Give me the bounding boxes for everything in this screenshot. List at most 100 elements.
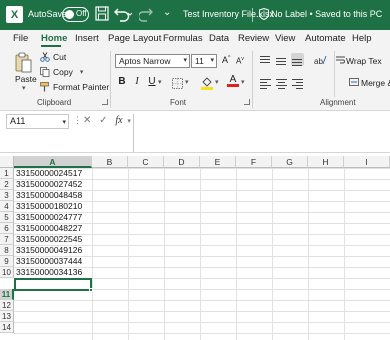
column-header[interactable]: H xyxy=(308,156,344,168)
column-header[interactable]: C xyxy=(128,156,164,168)
autosave-toggle[interactable]: Off xyxy=(62,7,89,22)
row-header[interactable]: 9 xyxy=(0,256,14,267)
wrap-text-icon[interactable] xyxy=(336,55,346,65)
cell-a6[interactable]: 33150000048227 xyxy=(16,223,82,234)
row-header[interactable]: 11 xyxy=(0,289,14,300)
cell-a5[interactable]: 33150000024777 xyxy=(16,212,82,223)
cell-a3[interactable]: 33150000048458 xyxy=(16,190,82,201)
row-header[interactable]: 5 xyxy=(0,212,14,223)
row-header[interactable]: 8 xyxy=(0,245,14,256)
tab-data[interactable]: Data xyxy=(209,33,229,44)
tab-help[interactable]: Help xyxy=(352,33,372,44)
font-color-dropdown-icon[interactable]: ▾ xyxy=(241,78,245,86)
enter-icon[interactable]: ✓ xyxy=(99,115,107,126)
row-header[interactable]: 2 xyxy=(0,179,14,190)
borders-dropdown-icon[interactable]: ▾ xyxy=(185,78,189,86)
align-bottom-icon[interactable] xyxy=(291,53,304,66)
align-top-icon[interactable] xyxy=(260,54,273,67)
font-name-select[interactable]: Aptos Narrow ▾ xyxy=(115,54,190,68)
fill-color-icon[interactable] xyxy=(201,76,213,90)
select-all-corner[interactable] xyxy=(0,156,14,168)
active-cell-a11[interactable] xyxy=(14,278,92,291)
increase-font-icon[interactable]: A^ xyxy=(222,55,230,65)
cell-a8[interactable]: 33150000049126 xyxy=(16,245,82,256)
paste-button[interactable]: Paste xyxy=(15,74,37,84)
tab-formulas[interactable]: Formulas xyxy=(163,33,203,44)
grid-vline xyxy=(164,168,165,340)
row-header[interactable]: 7 xyxy=(0,234,14,245)
bold-button[interactable]: B xyxy=(115,76,129,87)
cut-button[interactable]: Cut xyxy=(40,52,66,62)
format-painter-button[interactable]: Format Painter xyxy=(40,82,109,92)
save-icon[interactable] xyxy=(95,6,109,21)
wrap-text-button[interactable]: Wrap Tex xyxy=(346,56,382,66)
tab-insert[interactable]: Insert xyxy=(75,33,99,44)
row-header[interactable]: 14 xyxy=(0,322,14,333)
tab-home[interactable]: Home xyxy=(41,33,67,44)
row-header[interactable]: 4 xyxy=(0,201,14,212)
grid-vline xyxy=(92,168,93,340)
tab-view[interactable]: View xyxy=(275,33,295,44)
copy-button[interactable]: Copy ▾ xyxy=(40,67,83,77)
italic-button[interactable]: I xyxy=(130,76,144,87)
excel-app-icon: X xyxy=(6,6,23,23)
cell-a1[interactable]: 33150000024517 xyxy=(16,168,82,179)
name-box[interactable]: A11 ▾ xyxy=(6,114,69,129)
borders-icon[interactable] xyxy=(172,78,183,89)
row-header[interactable]: 1 xyxy=(0,168,14,179)
cut-label: Cut xyxy=(53,52,67,62)
undo-icon[interactable] xyxy=(114,6,132,22)
column-header[interactable]: G xyxy=(272,156,308,168)
clipboard-launcher-icon[interactable] xyxy=(102,99,108,105)
merge-center-icon[interactable] xyxy=(349,77,359,87)
row-header[interactable]: 6 xyxy=(0,223,14,234)
worksheet-grid[interactable]: A B C D E F G H I 1 2 3 4 5 6 7 8 9 10 1… xyxy=(0,156,390,340)
align-middle-icon[interactable] xyxy=(276,54,289,67)
font-size-select[interactable]: 11 ▾ xyxy=(191,54,217,68)
fill-color-dropdown-icon[interactable]: ▾ xyxy=(215,78,219,86)
underline-button[interactable]: U xyxy=(145,76,159,87)
row-header[interactable]: 10 xyxy=(0,267,14,278)
grid-vline xyxy=(200,168,201,340)
cell-a7[interactable]: 33150000022545 xyxy=(16,234,82,245)
paste-icon[interactable] xyxy=(15,52,32,73)
align-left-icon[interactable] xyxy=(260,77,273,90)
tab-file[interactable]: File xyxy=(13,33,28,44)
cell-a10[interactable]: 33150000034136 xyxy=(16,267,82,278)
decrease-font-icon[interactable]: Av xyxy=(236,56,244,66)
row-header[interactable]: 13 xyxy=(0,311,14,322)
copy-dropdown-icon[interactable]: ▾ xyxy=(80,68,84,76)
font-color-icon[interactable]: A xyxy=(227,74,239,87)
redo-icon[interactable] xyxy=(139,6,157,22)
paste-dropdown-icon[interactable]: ▾ xyxy=(22,84,26,92)
cell-a2[interactable]: 33150000027452 xyxy=(16,179,82,190)
column-header[interactable]: E xyxy=(200,156,236,168)
cancel-icon[interactable]: ✕ xyxy=(83,115,91,126)
font-launcher-icon[interactable] xyxy=(244,99,250,105)
tab-page-layout[interactable]: Page Layout xyxy=(108,33,161,44)
cell-a9[interactable]: 33150000037444 xyxy=(16,256,82,267)
column-header[interactable]: A xyxy=(14,156,92,168)
fx-dropdown-icon[interactable]: ▾ xyxy=(127,118,131,125)
column-header[interactable]: D xyxy=(164,156,200,168)
column-header[interactable]: B xyxy=(92,156,128,168)
insert-function-icon[interactable]: fx xyxy=(115,115,122,126)
cell-a4[interactable]: 33150000180210 xyxy=(16,201,82,212)
underline-dropdown-icon[interactable]: ▾ xyxy=(158,78,162,86)
orientation-icon[interactable]: ab xyxy=(313,54,327,66)
row-header[interactable]: 12 xyxy=(0,300,14,311)
formula-bar-more-icon[interactable]: ⋮ xyxy=(73,115,82,126)
tab-automate[interactable]: Automate xyxy=(305,33,346,44)
row-header[interactable]: 3 xyxy=(0,190,14,201)
fill-handle[interactable] xyxy=(89,288,93,292)
align-center-icon[interactable] xyxy=(276,77,289,90)
merge-center-button[interactable]: Merge & xyxy=(361,78,390,88)
column-header[interactable]: I xyxy=(344,156,390,168)
tab-review[interactable]: Review xyxy=(238,33,269,44)
label-and-save-status[interactable]: No Label • Saved to this PC xyxy=(271,9,382,19)
align-right-icon[interactable] xyxy=(292,77,305,90)
customize-qat-icon[interactable]: ⌄ xyxy=(163,7,171,18)
formula-input[interactable] xyxy=(133,114,390,152)
sensitivity-shield-icon[interactable] xyxy=(259,8,269,20)
column-header[interactable]: F xyxy=(236,156,272,168)
